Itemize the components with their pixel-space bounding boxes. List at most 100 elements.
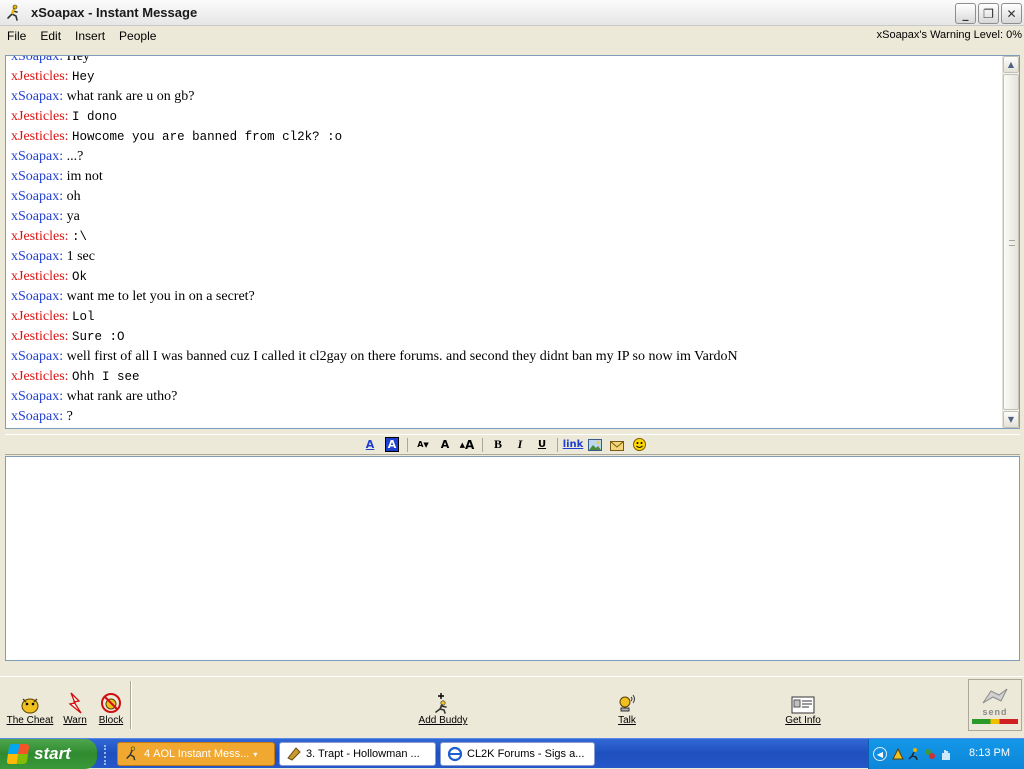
menu-file[interactable]: File bbox=[0, 29, 33, 43]
minimize-button[interactable]: _ bbox=[955, 3, 976, 24]
window-controls: _ ❐ ✕ bbox=[955, 3, 1022, 24]
insert-picture-button[interactable] bbox=[584, 436, 606, 454]
screenname[interactable]: xSoapax bbox=[11, 349, 59, 364]
add-buddy-label: Add Buddy bbox=[418, 715, 468, 726]
screenname[interactable]: xJesticles bbox=[11, 329, 65, 344]
picture-icon bbox=[588, 438, 602, 451]
screenname[interactable]: xSoapax bbox=[11, 209, 59, 224]
message-text: oh bbox=[66, 189, 81, 204]
screenname[interactable]: xSoapax bbox=[11, 149, 59, 164]
screenname-separator: : bbox=[64, 269, 73, 284]
message-line: xSoapax: ...? bbox=[11, 147, 1001, 167]
screenname-separator: : bbox=[64, 69, 73, 84]
message-text: im not bbox=[66, 169, 103, 184]
normal-font-icon: A bbox=[440, 438, 450, 451]
scroll-up-button[interactable]: ▲ bbox=[1003, 56, 1019, 73]
screenname-separator: : bbox=[59, 389, 67, 404]
task-winamp[interactable]: 3. Trapt - Hollowman ... bbox=[279, 742, 436, 766]
italic-button[interactable]: I bbox=[509, 436, 531, 454]
text-color-icon: A bbox=[365, 438, 375, 451]
screenname-separator: : bbox=[64, 129, 73, 144]
start-button[interactable]: start bbox=[0, 739, 97, 769]
message-line: xJesticles: Hey bbox=[11, 67, 1001, 87]
conversation-pane[interactable]: xSoapax: Hey xJesticles: Hey xSoapax: what… bbox=[5, 55, 1020, 429]
decrease-arrow-icon: ▼ bbox=[423, 440, 429, 449]
tray-network-icon[interactable] bbox=[923, 747, 937, 761]
warn-label: Warn bbox=[63, 715, 87, 726]
tray-expand-icon[interactable]: ◀ bbox=[873, 747, 887, 761]
message-line: xJesticles: Ok bbox=[11, 267, 1001, 287]
task-internet-explorer[interactable]: CL2K Forums - Sigs a... bbox=[440, 742, 595, 766]
toolbar-separator bbox=[407, 437, 408, 452]
menu-people[interactable]: People bbox=[112, 29, 163, 43]
screenname[interactable]: xSoapax bbox=[11, 56, 59, 64]
screenname-separator: : bbox=[64, 329, 73, 344]
screenname[interactable]: xJesticles bbox=[11, 129, 65, 144]
message-text: Hey bbox=[66, 55, 90, 64]
restore-button[interactable]: ❐ bbox=[978, 3, 999, 24]
windows-logo-icon bbox=[6, 744, 30, 764]
message-text: :\ bbox=[72, 230, 88, 244]
screenname[interactable]: xSoapax bbox=[11, 169, 59, 184]
add-buddy-button[interactable]: Add Buddy bbox=[414, 677, 472, 731]
tray-app-icon[interactable] bbox=[891, 747, 905, 761]
message-text: ...? bbox=[66, 149, 84, 164]
message-text: want me to let you in on a secret? bbox=[66, 289, 255, 304]
warning-level: xSoapax's Warning Level: 0% bbox=[876, 29, 1022, 41]
link-icon: link bbox=[562, 439, 584, 450]
screenname[interactable]: xJesticles bbox=[11, 109, 65, 124]
get-info-button[interactable]: Get Info bbox=[780, 677, 826, 731]
insert-link-button[interactable]: link bbox=[562, 436, 584, 454]
screenname[interactable]: xSoapax bbox=[11, 249, 59, 264]
winamp-icon bbox=[287, 747, 301, 761]
screenname[interactable]: xJesticles bbox=[11, 229, 65, 244]
screenname[interactable]: xJesticles bbox=[11, 369, 65, 384]
tray-aim-icon[interactable] bbox=[907, 747, 921, 761]
menu-edit[interactable]: Edit bbox=[33, 29, 68, 43]
send-button[interactable]: send bbox=[968, 679, 1022, 731]
screenname[interactable]: xSoapax bbox=[11, 389, 59, 404]
smiley-button[interactable] bbox=[628, 436, 650, 454]
screenname[interactable]: xJesticles bbox=[11, 269, 65, 284]
talk-label: Talk bbox=[618, 715, 636, 726]
block-icon bbox=[101, 693, 121, 713]
screenname[interactable]: xSoapax bbox=[11, 409, 59, 424]
message-input[interactable] bbox=[5, 456, 1020, 661]
aim-running-man-icon bbox=[7, 4, 18, 21]
bold-button[interactable]: B bbox=[487, 436, 509, 454]
screenname[interactable]: xJesticles bbox=[11, 309, 65, 324]
screenname[interactable]: xSoapax bbox=[11, 289, 59, 304]
warn-button[interactable]: Warn bbox=[60, 677, 90, 731]
send-email-button[interactable] bbox=[606, 436, 628, 454]
conversation-scrollbar[interactable]: ▲ ▼ bbox=[1002, 56, 1019, 428]
message-line: xJesticles: Ohh I see bbox=[11, 367, 1001, 387]
talk-button[interactable]: Talk bbox=[612, 677, 642, 731]
underline-button[interactable]: U bbox=[531, 436, 553, 454]
scroll-down-button[interactable]: ▼ bbox=[1003, 411, 1019, 428]
task-aol-instant-messenger[interactable]: 4 AOL Instant Mess... ▾ bbox=[117, 742, 275, 766]
increase-font-button[interactable]: ▲ A bbox=[456, 436, 478, 454]
screenname-separator: : bbox=[64, 229, 73, 244]
close-button[interactable]: ✕ bbox=[1001, 3, 1022, 24]
increase-font-icon: A bbox=[465, 437, 475, 452]
tray-hand-icon[interactable] bbox=[939, 747, 953, 761]
screenname[interactable]: xSoapax bbox=[11, 189, 59, 204]
block-button[interactable]: Block bbox=[96, 677, 126, 731]
toolbar-separator bbox=[482, 437, 483, 452]
screenname-separator: : bbox=[59, 189, 67, 204]
decrease-font-button[interactable]: A ▼ bbox=[412, 436, 434, 454]
message-text: Ohh I see bbox=[72, 370, 140, 384]
the-cheat-button[interactable]: The Cheat bbox=[6, 677, 54, 731]
menu-insert[interactable]: Insert bbox=[68, 29, 112, 43]
message-line: xSoapax: 1 sec bbox=[11, 247, 1001, 267]
screenname[interactable]: xJesticles bbox=[11, 69, 65, 84]
text-color-button[interactable]: A bbox=[359, 436, 381, 454]
screenname[interactable]: xSoapax bbox=[11, 89, 59, 104]
message-line: xJesticles: Lol bbox=[11, 307, 1001, 327]
taskbar-grip[interactable] bbox=[104, 745, 110, 765]
scroll-thumb[interactable] bbox=[1003, 74, 1019, 410]
normal-font-button[interactable]: A bbox=[434, 436, 456, 454]
title-bar[interactable]: xSoapax - Instant Message _ ❐ ✕ bbox=[0, 0, 1024, 26]
message-line: xSoapax: im not bbox=[11, 167, 1001, 187]
background-color-button[interactable]: A bbox=[381, 436, 403, 454]
